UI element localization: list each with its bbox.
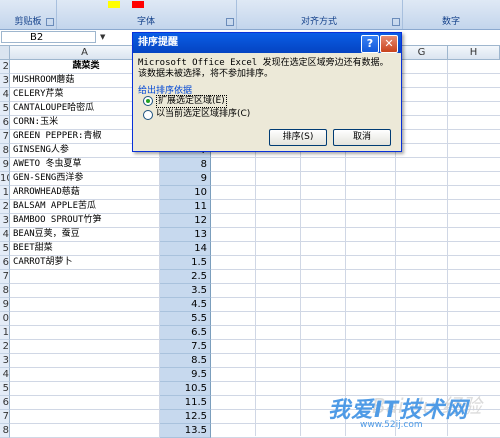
cell-a[interactable]: ARROWHEAD慈菇 bbox=[10, 186, 160, 200]
cell-b[interactable]: 8.5 bbox=[160, 354, 211, 368]
row-header[interactable]: 4 bbox=[0, 88, 10, 102]
alignment-group: 对齐方式 bbox=[236, 0, 403, 29]
close-icon[interactable]: ✕ bbox=[380, 35, 398, 53]
cell-b[interactable]: 5.5 bbox=[160, 312, 211, 326]
expand-selection-radio[interactable]: 扩展选定区域(E) bbox=[143, 95, 393, 108]
row-header[interactable]: 8 bbox=[0, 284, 10, 298]
row-header[interactable]: 9 bbox=[0, 158, 10, 172]
row-header[interactable]: 3 bbox=[0, 74, 10, 88]
row-header[interactable]: 1 bbox=[0, 326, 10, 340]
cell-a[interactable] bbox=[10, 326, 160, 340]
column-header-g[interactable]: G bbox=[396, 46, 448, 60]
row-header[interactable]: 10 bbox=[0, 172, 10, 186]
cell-a[interactable]: GEN-SENG西洋参 bbox=[10, 172, 160, 186]
cell-a[interactable] bbox=[10, 368, 160, 382]
cell-b[interactable]: 3.5 bbox=[160, 284, 211, 298]
row-header[interactable]: 5 bbox=[0, 242, 10, 256]
site-url-watermark: www.52ij.com bbox=[360, 420, 423, 430]
font-group-label: 字体 bbox=[136, 17, 155, 27]
alignment-launcher-icon[interactable] bbox=[392, 18, 400, 26]
select-all-corner[interactable] bbox=[0, 46, 10, 60]
grid-line bbox=[447, 60, 448, 436]
cell-b[interactable]: 7.5 bbox=[160, 340, 211, 354]
row-header[interactable]: 1 bbox=[0, 186, 10, 200]
row-header[interactable]: 2 bbox=[0, 200, 10, 214]
cell-b[interactable]: 10.5 bbox=[160, 382, 211, 396]
cell-b[interactable]: 10 bbox=[160, 186, 211, 200]
cell-a[interactable] bbox=[10, 410, 160, 424]
row-header[interactable]: 9 bbox=[0, 298, 10, 312]
row-header[interactable]: 0 bbox=[0, 312, 10, 326]
row-header[interactable]: 8 bbox=[0, 144, 10, 158]
cell-a[interactable]: CARROT胡萝卜 bbox=[10, 256, 160, 270]
cell-a[interactable]: AWETO 冬虫夏草 bbox=[10, 158, 160, 172]
cell-a[interactable] bbox=[10, 382, 160, 396]
row-header[interactable]: 6 bbox=[0, 256, 10, 270]
cell-b[interactable]: 9 bbox=[160, 172, 211, 186]
font-group: 字体 bbox=[56, 0, 237, 29]
radio-unchecked-icon[interactable] bbox=[143, 110, 153, 120]
row-header[interactable]: 3 bbox=[0, 214, 10, 228]
row-header[interactable]: 7 bbox=[0, 410, 10, 424]
cell-a[interactable] bbox=[10, 340, 160, 354]
cell-a[interactable] bbox=[10, 312, 160, 326]
clipboard-group: 剪贴板 bbox=[0, 0, 57, 29]
row-header[interactable]: 6 bbox=[0, 396, 10, 410]
row-header[interactable]: 6 bbox=[0, 116, 10, 130]
cell-b[interactable]: 2.5 bbox=[160, 270, 211, 284]
cancel-button[interactable]: 取消 bbox=[333, 129, 391, 146]
cell-b[interactable]: 1.5 bbox=[160, 256, 211, 270]
sort-button[interactable]: 排序(S) bbox=[269, 129, 327, 146]
radio-checked-icon[interactable] bbox=[143, 96, 153, 106]
row-header[interactable]: 5 bbox=[0, 382, 10, 396]
row-header[interactable]: 5 bbox=[0, 102, 10, 116]
cell-a[interactable] bbox=[10, 298, 160, 312]
cell-b[interactable]: 4.5 bbox=[160, 298, 211, 312]
chevron-down-icon[interactable]: ▼ bbox=[100, 33, 105, 41]
clipboard-launcher-icon[interactable] bbox=[46, 18, 54, 26]
help-icon[interactable]: ? bbox=[361, 35, 379, 53]
font-color-swatch[interactable] bbox=[132, 1, 144, 8]
cell-b[interactable]: 8 bbox=[160, 158, 211, 172]
font-launcher-icon[interactable] bbox=[226, 18, 234, 26]
row-header[interactable]: 3 bbox=[0, 354, 10, 368]
cell-b[interactable]: 6.5 bbox=[160, 326, 211, 340]
number-group: 数字 bbox=[402, 0, 500, 29]
cell-a[interactable]: BALSAM APPLE苦瓜 bbox=[10, 200, 160, 214]
cell-b[interactable]: 12 bbox=[160, 214, 211, 228]
cell-a[interactable] bbox=[10, 354, 160, 368]
current-selection-label: 以当前选定区域排序(C) bbox=[156, 109, 251, 119]
cell-b[interactable]: 14 bbox=[160, 242, 211, 256]
cell-a[interactable]: BEAN豆荚，蚕豆 bbox=[10, 228, 160, 242]
cell-b[interactable]: 9.5 bbox=[160, 368, 211, 382]
cell-a[interactable]: BAMBOO SPROUT竹笋 bbox=[10, 214, 160, 228]
cell-b[interactable]: 12.5 bbox=[160, 410, 211, 424]
row-header[interactable]: 7 bbox=[0, 130, 10, 144]
row-header[interactable]: 4 bbox=[0, 368, 10, 382]
cell-a[interactable] bbox=[10, 270, 160, 284]
current-selection-radio[interactable]: 以当前选定区域排序(C) bbox=[143, 109, 393, 120]
expand-selection-label: 扩展选定区域(E) bbox=[156, 95, 227, 108]
cell-a[interactable]: BEET甜菜 bbox=[10, 242, 160, 256]
dialog-message: Microsoft Office Excel 发现在选定区域旁边还有数据。该数据… bbox=[138, 58, 389, 79]
row-header[interactable]: 4 bbox=[0, 228, 10, 242]
alignment-group-label: 对齐方式 bbox=[300, 17, 337, 27]
ribbon: 剪贴板 字体 对齐方式 数字 bbox=[0, 0, 500, 30]
cell-b[interactable]: 11.5 bbox=[160, 396, 211, 410]
sort-warning-dialog: 排序提醒 ? ✕ Microsoft Office Excel 发现在选定区域旁… bbox=[132, 32, 402, 152]
cell-b[interactable]: 11 bbox=[160, 200, 211, 214]
highlight-color-swatch[interactable] bbox=[108, 1, 120, 8]
number-group-label: 数字 bbox=[441, 17, 460, 27]
cell-b[interactable]: 13 bbox=[160, 228, 211, 242]
cell-a[interactable] bbox=[10, 396, 160, 410]
row-header[interactable]: 2 bbox=[0, 340, 10, 354]
row-header[interactable]: 2 bbox=[0, 60, 10, 74]
name-box[interactable]: B2 bbox=[1, 31, 96, 43]
row-header[interactable]: 7 bbox=[0, 270, 10, 284]
column-header-h[interactable]: H bbox=[448, 46, 500, 60]
cell-a[interactable] bbox=[10, 284, 160, 298]
